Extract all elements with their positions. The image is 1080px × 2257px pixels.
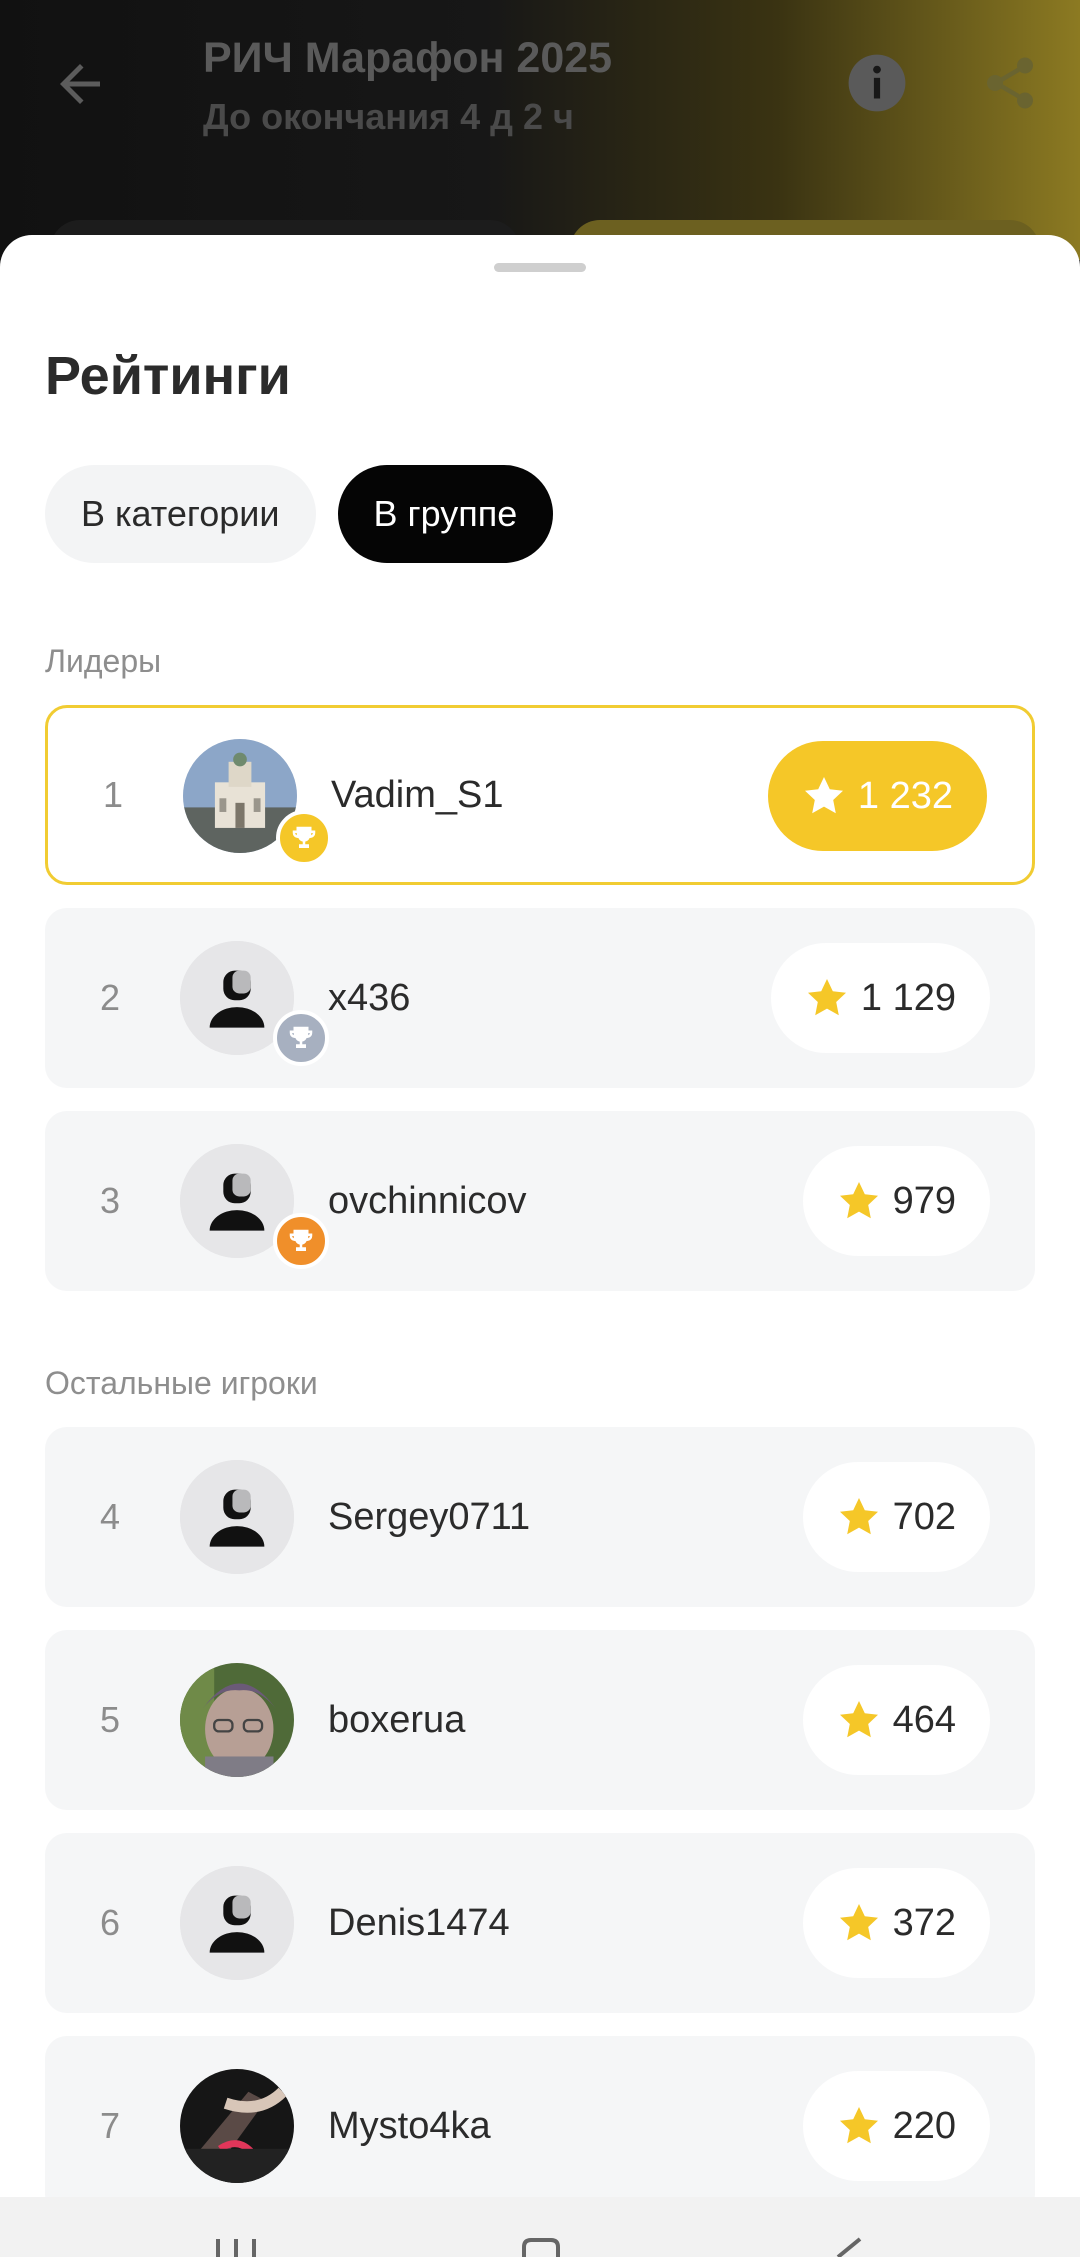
avatar: [180, 1663, 294, 1777]
trophy-gold-icon: [276, 810, 332, 866]
default-user-icon: [180, 1460, 294, 1574]
sheet-drag-handle[interactable]: [494, 263, 586, 272]
score-value: 220: [892, 2104, 956, 2147]
star-icon: [804, 777, 843, 814]
star-icon: [839, 1182, 878, 1219]
score-value: 1 129: [860, 976, 956, 1019]
page-title: РИЧ Марафон 2025: [203, 34, 613, 82]
info-icon[interactable]: [846, 52, 908, 114]
tab-group[interactable]: В группе: [337, 465, 554, 563]
leaderboard-row[interactable]: 1 Vadim_S1 1 232: [45, 705, 1035, 885]
sheet-title: Рейтинги: [45, 346, 291, 406]
trophy-silver-icon: [273, 1010, 329, 1066]
rank-number: 3: [100, 1180, 121, 1221]
leaderboard-row[interactable]: 7 Mysto4ka 220: [45, 2036, 1035, 2216]
share-icon[interactable]: [980, 52, 1040, 114]
username: x436: [328, 976, 411, 1019]
username: Mysto4ka: [328, 2104, 491, 2147]
star-icon: [839, 1701, 878, 1738]
rank-number: 2: [100, 977, 121, 1018]
star-icon: [839, 1498, 878, 1535]
ratings-bottom-sheet: Рейтинги В категории В группе Лидеры 1 V…: [0, 235, 1080, 2257]
score-badge: 372: [802, 1868, 990, 1978]
score-badge: 464: [802, 1665, 990, 1775]
avatar-photo-icon: [180, 2069, 294, 2183]
avatar: [180, 1460, 294, 1574]
score-value: 464: [892, 1698, 956, 1741]
leaderboard-row[interactable]: 2 x436 1 129: [45, 908, 1035, 1088]
system-nav-bar: [0, 2197, 1080, 2257]
username: ovchinnicov: [328, 1179, 527, 1222]
tab-category[interactable]: В категории: [45, 465, 316, 563]
score-badge: 1 129: [770, 943, 990, 1053]
default-user-icon: [180, 1866, 294, 1980]
score-badge: 979: [802, 1146, 990, 1256]
score-value: 372: [892, 1901, 956, 1944]
leaderboard-row[interactable]: 5 boxerua 464: [45, 1630, 1035, 1810]
star-icon: [839, 1904, 878, 1941]
star-icon: [839, 2107, 878, 2144]
home-icon[interactable]: [516, 2237, 566, 2257]
score-badge: 220: [802, 2071, 990, 2181]
leaderboard-row[interactable]: 3 ovchinnicov 979: [45, 1111, 1035, 1291]
rank-number: 5: [100, 1699, 121, 1740]
score-value: 979: [892, 1179, 956, 1222]
score-badge: 1 232: [767, 741, 987, 851]
rank-number: 7: [100, 2105, 121, 2146]
score-value: 1 232: [857, 774, 953, 817]
leaders-section-label: Лидеры: [45, 643, 162, 679]
others-section-label: Остальные игроки: [45, 1365, 318, 1401]
star-icon: [807, 979, 846, 1016]
score-badge: 702: [802, 1462, 990, 1572]
username: boxerua: [328, 1698, 466, 1741]
rank-number: 4: [100, 1496, 121, 1537]
avatar: [180, 1866, 294, 1980]
rank-number: 6: [100, 1902, 121, 1943]
top-app-bar: РИЧ Марафон 2025 До окончания 4 д 2 ч: [0, 0, 1080, 280]
username: Denis1474: [328, 1901, 510, 1944]
leaderboard-row[interactable]: 4 Sergey0711 702: [45, 1427, 1035, 1607]
back-nav-icon[interactable]: [826, 2237, 866, 2257]
avatar-photo-icon: [180, 1663, 294, 1777]
score-value: 702: [892, 1495, 956, 1538]
rating-tabs: В категории В группе: [45, 465, 554, 563]
recent-apps-icon[interactable]: [212, 2237, 262, 2257]
leaderboard-row[interactable]: 6 Denis1474 372: [45, 1833, 1035, 2013]
username: Sergey0711: [328, 1495, 531, 1538]
trophy-bronze-icon: [273, 1213, 329, 1269]
username: Vadim_S1: [331, 773, 504, 816]
page-subtitle: До окончания 4 д 2 ч: [203, 96, 574, 137]
rank-number: 1: [103, 774, 124, 815]
avatar: [180, 2069, 294, 2183]
arrow-left-icon[interactable]: [50, 54, 110, 114]
